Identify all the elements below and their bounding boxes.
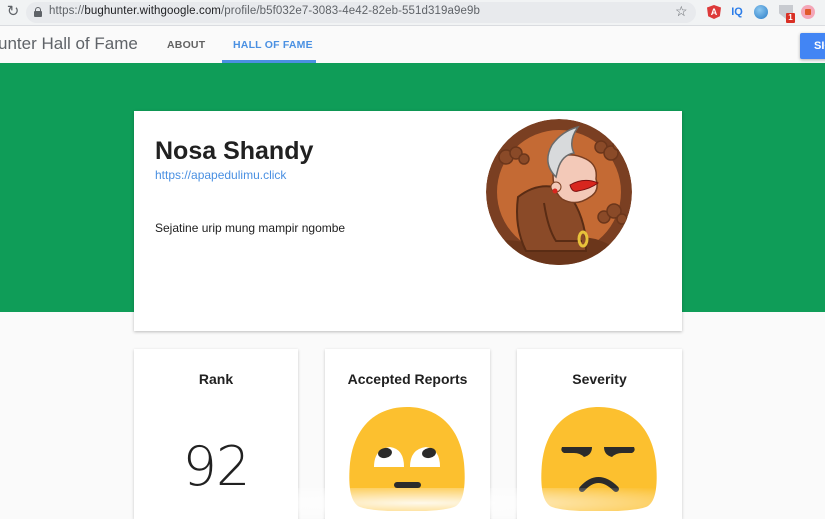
profile-name: Nosa Shandy (155, 137, 314, 165)
extension-badge: 1 (786, 13, 795, 23)
address-bar[interactable]: https://bughunter.withgoogle.com/profile… (26, 2, 696, 23)
accepted-reports-label: Accepted Reports (347, 371, 468, 387)
accepted-reports-card: Accepted Reports (325, 349, 490, 519)
rank-value: 92 (182, 435, 251, 498)
pink-extension-icon[interactable] (801, 5, 815, 19)
face-with-rolling-eyes-emoji-icon (349, 407, 465, 511)
iq-extension-icon[interactable]: IQ (730, 5, 744, 19)
angular-extension-icon[interactable]: A (707, 5, 721, 19)
wayang-avatar-icon (486, 119, 632, 265)
app-header: unter Hall of Fame ABOUT HALL OF FAME SI… (0, 26, 825, 63)
profile-bio: Sejatine urip mung mampir ngombe (155, 221, 346, 235)
avatar (486, 119, 632, 265)
unamused-face-emoji-icon (541, 407, 657, 511)
app-title[interactable]: unter Hall of Fame (0, 34, 138, 54)
browser-toolbar: ↻ https://bughunter.withgoogle.com/profi… (0, 0, 825, 26)
tab-hall-of-fame[interactable]: HALL OF FAME (233, 39, 313, 51)
rank-label: Rank (198, 371, 234, 387)
lock-icon (34, 7, 42, 17)
bookmark-star-icon[interactable]: ☆ (675, 3, 688, 20)
reload-icon[interactable]: ↻ (5, 4, 21, 20)
rank-card: Rank 92 (134, 349, 298, 519)
severity-card: Severity (517, 349, 682, 519)
severity-label: Severity (572, 371, 627, 387)
tab-about[interactable]: ABOUT (167, 39, 205, 51)
sign-in-button[interactable]: SIGN IN (800, 33, 825, 59)
globe-extension-icon[interactable] (754, 5, 768, 19)
url-text: https://bughunter.withgoogle.com/profile… (49, 5, 480, 17)
profile-card: Nosa Shandy https://apapedulimu.click Se… (134, 111, 682, 331)
profile-website-link[interactable]: https://apapedulimu.click (155, 168, 286, 182)
